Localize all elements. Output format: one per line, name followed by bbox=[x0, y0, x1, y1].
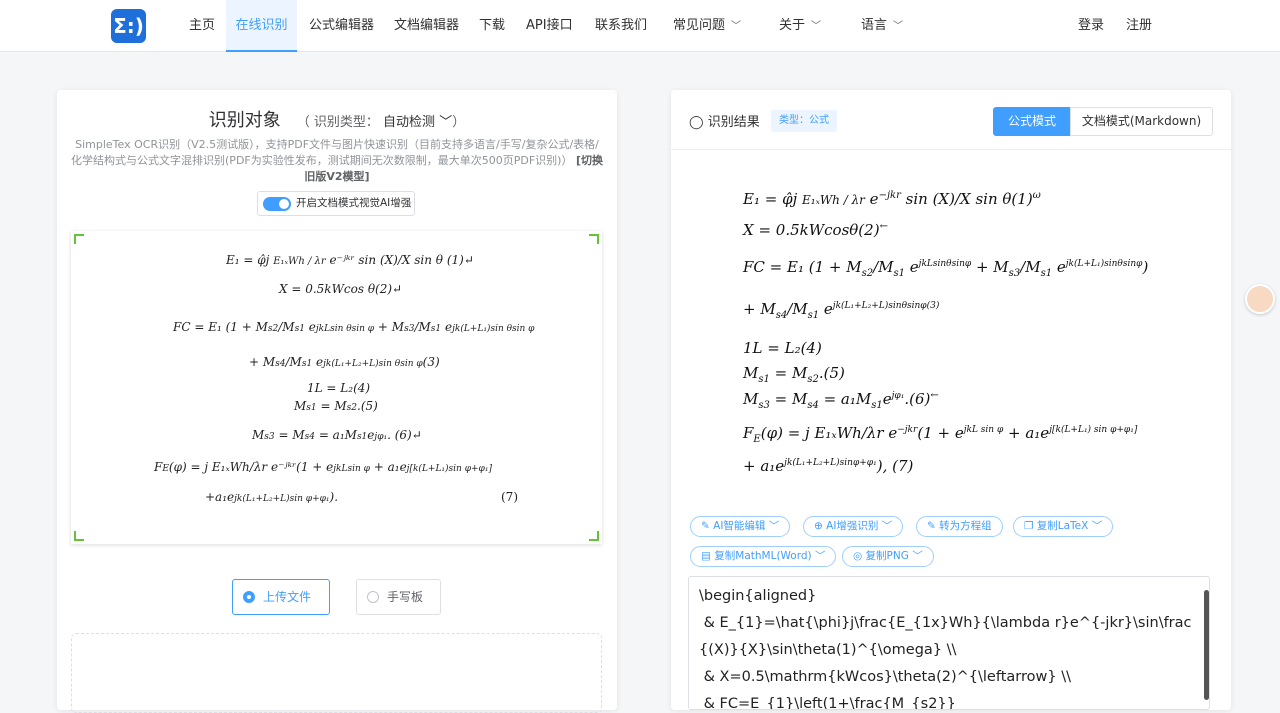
nav-language-label: 语言 bbox=[861, 18, 888, 33]
rendered-formula-line: + Ms4/Ms1 ejk(L₁+L₂+L)sinθsinφ(3) bbox=[743, 300, 940, 321]
description: SimpleTex OCR识别（V2.5测试版），支持PDF文件与图片快速识别（… bbox=[71, 137, 603, 185]
rendered-formula-line: Ms1 = Ms2.(5) bbox=[743, 364, 845, 385]
edit-icon: ✎ bbox=[927, 520, 936, 532]
svg-text:Ms3 = Ms4 = a₁Ms1ejφ₁. (6)↵: Ms3 = Ms4 = a₁Ms1ejφ₁. (6)↵ bbox=[251, 428, 422, 442]
type-value: 自动检测 bbox=[383, 115, 436, 130]
target-icon: ⊕ bbox=[814, 520, 823, 532]
upload-label: 上传文件 bbox=[263, 590, 312, 604]
copy-png-label: 复制PNG bbox=[865, 550, 909, 562]
to-equation-label: 转为方程组 bbox=[939, 520, 992, 532]
register-link[interactable]: 注册 bbox=[1126, 0, 1152, 52]
svg-text:FC = E₁ (1 + Ms2/Ms1 ejkLsin θ: FC = E₁ (1 + Ms2/Ms1 ejkLsin θsin φ + Ms… bbox=[172, 320, 535, 334]
copy-latex-label: 复制LaTeX bbox=[1036, 520, 1089, 532]
recognition-result-panel: ◯ 识别结果 类型：公式 公式模式 文档模式(Markdown) E₁ = φ̂… bbox=[671, 90, 1231, 710]
result-header: ◯ 识别结果 类型：公式 公式模式 文档模式(Markdown) bbox=[671, 90, 1231, 150]
svg-text:(7): (7) bbox=[501, 490, 518, 504]
toggle-switch[interactable] bbox=[263, 197, 291, 211]
chevron-down-icon: ﹀ bbox=[814, 550, 826, 562]
nav-home[interactable]: 主页 bbox=[189, 0, 215, 52]
result-type-tag: 类型：公式 bbox=[771, 110, 837, 132]
nav-api[interactable]: API接口 bbox=[526, 0, 573, 52]
svg-text:E₁ = φ̂j E₁ₓWh / λr e⁻ʲᵏʳ sin: E₁ = φ̂j E₁ₓWh / λr e⁻ʲᵏʳ sin (X)/X sin … bbox=[225, 253, 474, 267]
nav-about[interactable]: 关于 ﹀ bbox=[779, 0, 821, 52]
nav-faq[interactable]: 常见问题 ﹀ bbox=[673, 0, 741, 52]
panel-title: 识别对象 bbox=[208, 110, 281, 131]
radio-selected-icon bbox=[243, 591, 255, 603]
rendered-formula-line: FC = E₁ (1 + Ms2/Ms1 ejkLsinθsinφ + Ms3/… bbox=[743, 258, 1149, 279]
nav-faq-label: 常见问题 bbox=[673, 18, 726, 33]
formula-image: E₁ = φ̂j E₁ₓWh / λr e⁻ʲᵏʳ sin (X)/X sin … bbox=[153, 253, 535, 504]
svg-text:FE(φ) = j E₁ₓWh/λr e⁻ʲᵏʳ(1 + e: FE(φ) = j E₁ₓWh/λr e⁻ʲᵏʳ(1 + ejkLsin φ +… bbox=[153, 460, 492, 474]
chevron-down-icon: ﹀ bbox=[1091, 520, 1103, 532]
uploaded-image-preview: E₁ = φ̂j E₁ₓWh / λr e⁻ʲᵏʳ sin (X)/X sin … bbox=[71, 231, 602, 544]
chevron-down-icon: ﹀ bbox=[439, 115, 453, 130]
assistant-avatar[interactable] bbox=[1245, 284, 1275, 314]
top-nav: Σ:) 主页 在线识别 公式编辑器 文档编辑器 下载 API接口 联系我们 常见… bbox=[0, 0, 1280, 52]
nav-about-label: 关于 bbox=[779, 18, 806, 33]
ai-enhance-button[interactable]: ⊕ AI增强识别 ﹀ bbox=[803, 516, 904, 537]
type-close: ） bbox=[452, 115, 466, 130]
handwriting-button[interactable]: 手写板 bbox=[356, 579, 441, 615]
nav-download[interactable]: 下载 bbox=[479, 0, 505, 52]
panel-title-row: 识别对象 （ 识别类型： 自动检测 ﹀） bbox=[57, 106, 617, 132]
copy-mathml-label: 复制MathML(Word) bbox=[714, 550, 812, 562]
rendered-formula-line: X = 0.5kWcosθ(2)← bbox=[743, 221, 888, 239]
image-icon: ◎ bbox=[853, 550, 863, 562]
edit-icon: ✎ bbox=[701, 520, 710, 532]
rendered-formula-line: Ms3 = Ms4 = a₁Ms1ejφ₁.(6)← bbox=[743, 390, 939, 411]
recognition-input-panel: 识别对象 （ 识别类型： 自动检测 ﹀） SimpleTex OCR识别（V2.5… bbox=[57, 90, 617, 713]
to-equation-button[interactable]: ✎ 转为方程组 bbox=[916, 516, 1003, 537]
watermark: 小黑盒 bbox=[1092, 646, 1189, 684]
ai-enhance-label: AI增强识别 bbox=[826, 520, 879, 532]
ai-edit-button[interactable]: ✎ AI智能编辑 ﹀ bbox=[690, 516, 791, 537]
svg-text:+ Ms4/Ms1 ejk(L₁+L₂+L)sin θsin: + Ms4/Ms1 ejk(L₁+L₂+L)sin θsin φ(3) bbox=[249, 355, 440, 369]
chevron-down-icon: ﹀ bbox=[912, 550, 923, 562]
svg-text:Ms1 = Ms2.(5): Ms1 = Ms2.(5) bbox=[293, 399, 378, 413]
rendered-formula-line: E₁ = φ̂j E₁ₓWh / λr e−jkr sin (X)/X sin … bbox=[743, 190, 1041, 208]
radio-icon bbox=[367, 591, 379, 603]
chevron-down-icon: ﹀ bbox=[731, 21, 742, 32]
nav-doc-editor[interactable]: 文档编辑器 bbox=[394, 0, 459, 52]
upload-file-button[interactable]: 上传文件 bbox=[232, 579, 330, 615]
ai-edit-label: AI智能编辑 bbox=[713, 520, 766, 532]
result-title: ◯ 识别结果 bbox=[689, 111, 760, 130]
upload-dropzone[interactable] bbox=[71, 633, 602, 713]
chevron-down-icon: ﹀ bbox=[811, 21, 822, 32]
code-scrollbar[interactable] bbox=[1204, 590, 1209, 700]
svg-text:+a₁ejk(L₁+L₂+L)sin φ+φ₁).: +a₁ejk(L₁+L₂+L)sin φ+φ₁). bbox=[205, 490, 338, 504]
logo[interactable]: Σ:) bbox=[111, 9, 146, 43]
document-mode-button[interactable]: 文档模式(Markdown) bbox=[1070, 107, 1213, 136]
svg-text:1L = L₂(4): 1L = L₂(4) bbox=[307, 381, 370, 395]
rendered-formula-line: FE(φ) = j E₁ₓWh/λr e−jkr(1 + ejkL sin φ … bbox=[743, 424, 1138, 445]
copy-latex-button[interactable]: ❐ 复制LaTeX ﹀ bbox=[1013, 516, 1114, 537]
rendered-formula-line: 1L = L₂(4) bbox=[743, 339, 822, 357]
chevron-down-icon: ﹀ bbox=[881, 520, 893, 532]
chevron-down-icon: ﹀ bbox=[768, 520, 780, 532]
rendered-formula-line: + a₁ejk(L₁+L₂+L)sinφ+φ₁), (7) bbox=[743, 457, 914, 475]
copy-mathml-button[interactable]: ▤ 复制MathML(Word) ﹀ bbox=[690, 546, 837, 567]
nav-online-ocr[interactable]: 在线识别 bbox=[226, 0, 297, 52]
handwrite-label: 手写板 bbox=[387, 590, 424, 604]
svg-text:X = 0.5kWcos θ(2)↵: X = 0.5kWcos θ(2)↵ bbox=[278, 282, 402, 296]
nav-language[interactable]: 语言 ﹀ bbox=[861, 0, 903, 52]
ai-enhance-toggle[interactable]: 开启文档模式视觉AI增强 bbox=[257, 191, 415, 216]
chevron-down-icon: ﹀ bbox=[893, 21, 904, 32]
document-icon: ▤ bbox=[701, 550, 711, 562]
nav-contact[interactable]: 联系我们 bbox=[595, 0, 647, 52]
result-title-text: 识别结果 bbox=[707, 115, 760, 130]
nav-formula-editor[interactable]: 公式编辑器 bbox=[309, 0, 374, 52]
description-text: SimpleTex OCR识别（V2.5测试版），支持PDF文件与图片快速识别（… bbox=[71, 138, 599, 167]
copy-png-button[interactable]: ◎ 复制PNG ﹀ bbox=[842, 546, 934, 567]
toggle-label: 开启文档模式视觉AI增强 bbox=[296, 197, 412, 209]
login-link[interactable]: 登录 bbox=[1078, 0, 1104, 52]
type-label: （ 识别类型： bbox=[296, 115, 379, 130]
formula-mode-button[interactable]: 公式模式 bbox=[993, 107, 1071, 136]
type-select[interactable]: 自动检测 ﹀ bbox=[383, 115, 452, 130]
check-circle-icon: ◯ bbox=[689, 115, 704, 130]
copy-icon: ❐ bbox=[1024, 520, 1034, 532]
